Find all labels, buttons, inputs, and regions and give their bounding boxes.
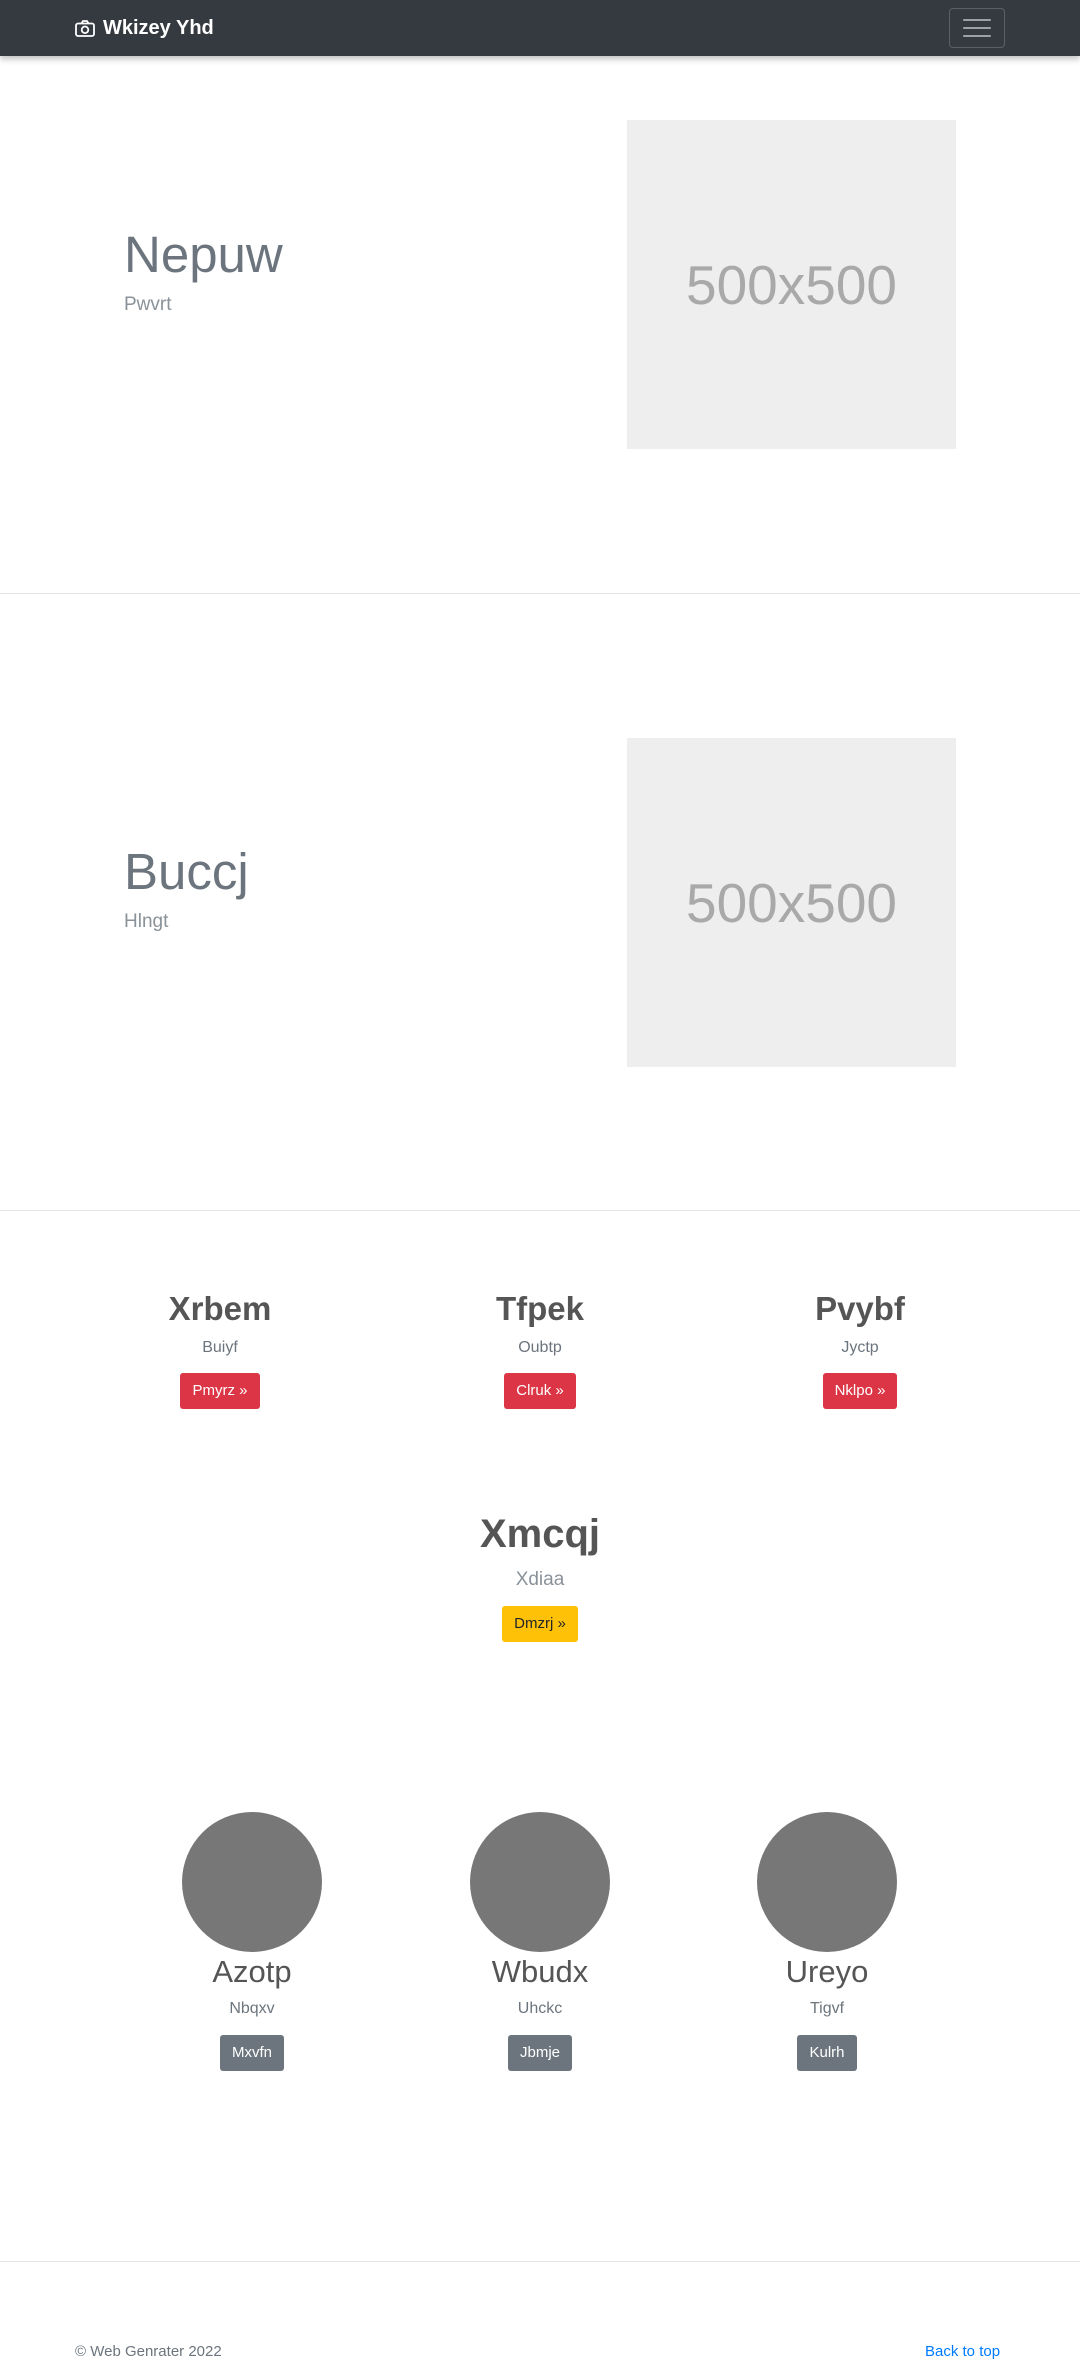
placeholder-image-label: 500x500	[685, 871, 898, 934]
avatar	[757, 1812, 897, 1952]
person-card: Ureyo Tigvf Kulrh	[717, 1812, 937, 2071]
feature-card: Tfpek Oubtp Clruk »	[430, 1290, 650, 1409]
back-to-top-link[interactable]: Back to top	[925, 2343, 1000, 2360]
feature-button[interactable]: Pmyrz »	[180, 1373, 260, 1409]
section-divider	[0, 593, 1080, 594]
brand-name: Wkizey Yhd	[103, 16, 214, 39]
placeholder-image: 500x500	[627, 120, 956, 449]
person-subtitle: Uhckc	[517, 2000, 563, 2017]
camera-icon	[75, 19, 95, 37]
feature-title: Tfpek	[495, 1290, 584, 1327]
feature-subtitle: Buiyf	[202, 1339, 238, 1356]
person-button[interactable]: Kulrh	[797, 2035, 857, 2071]
person-button[interactable]: Mxvfn	[219, 2035, 284, 2071]
center-title: Xmcqj	[479, 1512, 601, 1556]
feature-button[interactable]: Clruk »	[504, 1373, 576, 1409]
hero-title: Buccj	[124, 843, 249, 900]
feature-subtitle: Oubtp	[518, 1339, 562, 1356]
brand-link[interactable]: Wkizey Yhd	[75, 15, 214, 41]
person-name: Azotp	[212, 1954, 292, 1989]
section-divider	[0, 1210, 1080, 1211]
placeholder-image-label: 500x500	[685, 253, 898, 316]
person-name: Ureyo	[785, 1954, 869, 1989]
person-subtitle: Tigvf	[809, 2000, 845, 2017]
person-button[interactable]: Jbmje	[507, 2035, 572, 2071]
feature-title: Pvybf	[815, 1290, 905, 1327]
hamburger-icon	[963, 19, 991, 21]
center-button[interactable]: Dmzrj »	[502, 1606, 578, 1642]
feature-button[interactable]: Nklpo »	[822, 1373, 898, 1409]
person-name: Wbudx	[491, 1954, 589, 1989]
center-subtitle: Xdiaa	[515, 1569, 565, 1590]
navbar-toggler-button[interactable]	[949, 8, 1005, 48]
navbar: Wkizey Yhd	[0, 0, 1080, 56]
feature-card: Pvybf Jyctp Nklpo »	[750, 1290, 970, 1409]
feature-title: Xrbem	[168, 1290, 272, 1327]
person-card: Wbudx Uhckc Jbmje	[430, 1812, 650, 2071]
avatar	[470, 1812, 610, 1952]
hero-subtitle: Pwvrt	[124, 294, 172, 315]
hero-title: Nepuw	[124, 226, 283, 283]
section-divider	[0, 2261, 1080, 2262]
feature-subtitle: Jyctp	[841, 1339, 879, 1356]
footer-copyright: © Web Genrater 2022	[75, 2343, 222, 2360]
person-card: Azotp Nbqxv Mxvfn	[142, 1812, 362, 2071]
placeholder-image: 500x500	[627, 738, 956, 1067]
avatar	[182, 1812, 322, 1952]
person-subtitle: Nbqxv	[229, 2000, 275, 2017]
hero-subtitle: Hlngt	[124, 911, 169, 932]
center-feature: Xmcqj Xdiaa Dmzrj »	[390, 1512, 690, 1642]
feature-card: Xrbem Buiyf Pmyrz »	[110, 1290, 330, 1409]
